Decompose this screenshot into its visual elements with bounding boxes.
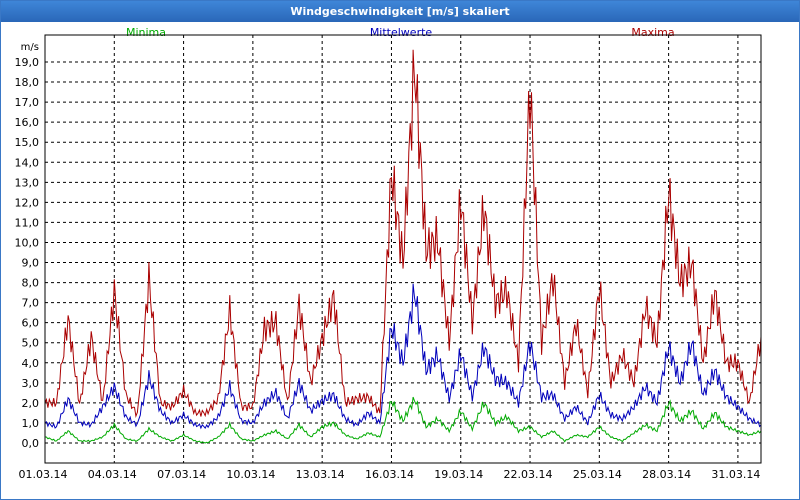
y-tick-label: 4,0: [22, 357, 40, 370]
x-tick-label: 31.03.14: [711, 468, 760, 481]
y-tick-label: 5,0: [22, 337, 40, 350]
y-axis-label: m/s: [21, 42, 39, 53]
legend: Minima Mittelwerte Maxima: [126, 26, 675, 39]
y-tick-label: 10,0: [15, 236, 40, 249]
y-tick-label: 7,0: [22, 297, 40, 310]
y-tick-label: 6,0: [22, 317, 40, 330]
y-axis-ticks: 0,0 1,0 2,0 3,0 4,0 5,0 6,0 7,0 8,0 9,0 10,0 11,0 12…: [15, 56, 40, 450]
y-tick-label: 1,0: [22, 417, 40, 430]
y-tick-label: 2,0: [22, 397, 40, 410]
y-tick-label: 0,0: [22, 437, 40, 450]
legend-entry: Minima: [126, 26, 166, 39]
y-tick-label: 3,0: [22, 377, 40, 390]
legend-entry: Maxima: [631, 26, 674, 39]
y-tick-label: 15,0: [15, 136, 40, 149]
y-tick-label: 9,0: [22, 257, 40, 270]
y-tick-label: 14,0: [15, 156, 40, 169]
y-tick-label: 19,0: [15, 56, 40, 69]
y-tick-label: 17,0: [15, 96, 40, 109]
x-tick-label: 22.03.14: [504, 468, 553, 481]
y-tick-label: 11,0: [15, 216, 40, 229]
y-tick-label: 13,0: [15, 176, 40, 189]
series-line-minima: [45, 396, 762, 444]
y-tick-label: 12,0: [15, 196, 40, 209]
x-tick-label: 13.03.14: [296, 468, 345, 481]
chart-title: Windgeschwindigkeit [m/s] skaliert: [1, 1, 799, 22]
x-tick-label: 25.03.14: [573, 468, 622, 481]
x-tick-label: 01.03.14: [19, 468, 68, 481]
series-lines: [44, 49, 762, 444]
x-tick-label: 07.03.14: [157, 468, 206, 481]
y-tick-label: 18,0: [15, 76, 40, 89]
x-tick-label: 28.03.14: [642, 468, 691, 481]
x-tick-label: 10.03.14: [226, 468, 275, 481]
x-tick-label: 04.03.14: [88, 468, 137, 481]
legend-entry: Mittelwerte: [370, 26, 433, 39]
x-tick-label: 19.03.14: [434, 468, 483, 481]
chart-window: Windgeschwindigkeit [m/s] skaliert 0,0 1,…: [0, 0, 800, 500]
series-line-mittelwerte: [44, 283, 762, 430]
y-tick-label: 16,0: [15, 116, 40, 129]
y-tick-label: 8,0: [22, 277, 40, 290]
x-axis-ticks: 01.03.14 04.03.14 07.03.14 10.03.14 13.03.14…: [19, 468, 761, 481]
x-tick-label: 16.03.14: [365, 468, 414, 481]
wind-speed-chart: 0,0 1,0 2,0 3,0 4,0 5,0 6,0 7,0 8,0 9,0 10,0 11,0 12…: [15, 26, 762, 481]
